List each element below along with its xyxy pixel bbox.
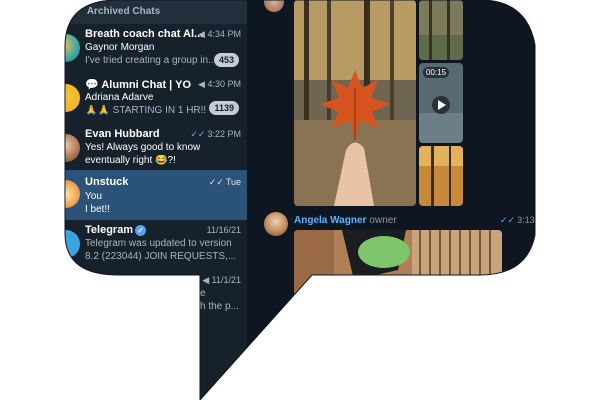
speech-bubble-outline xyxy=(64,0,536,400)
